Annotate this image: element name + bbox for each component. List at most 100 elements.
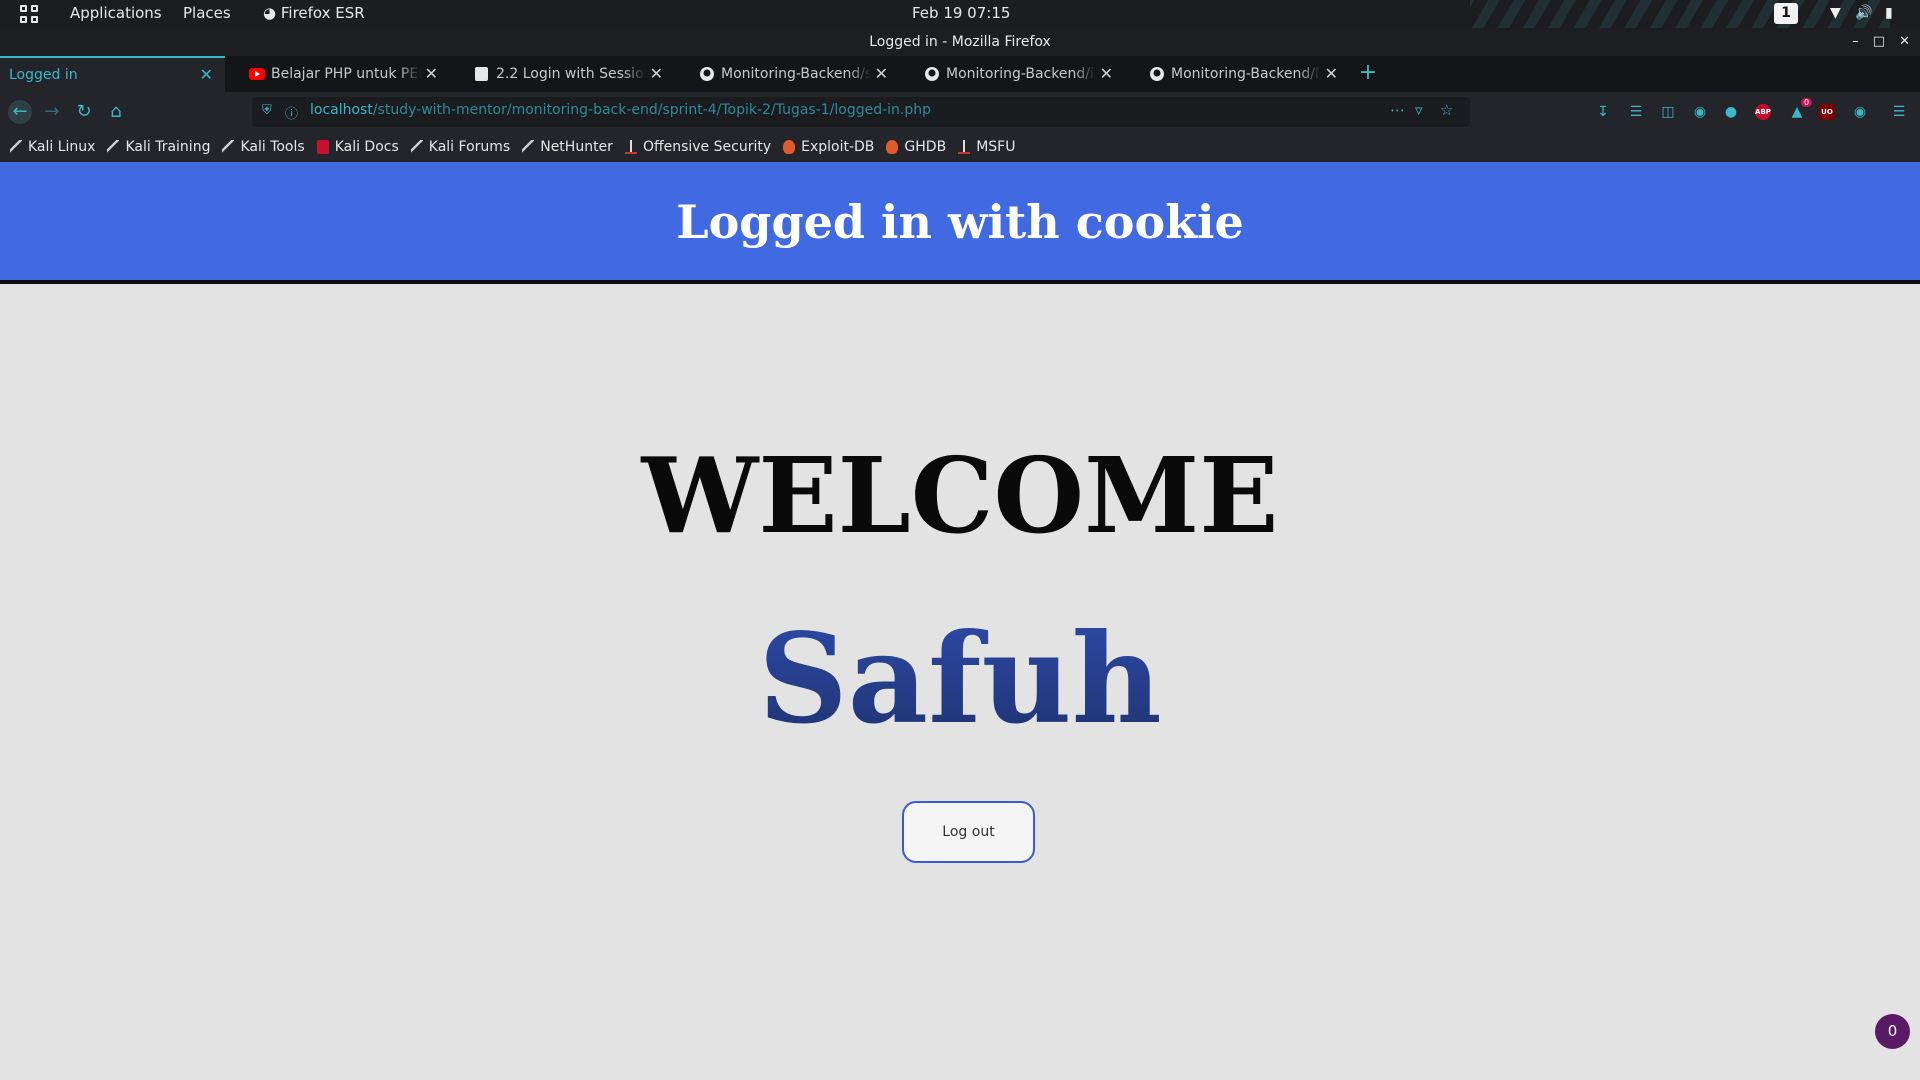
bookmark-kali-forums[interactable]: Kali Forums	[410, 139, 510, 155]
tab-title: 2.2 Login with Session on	[496, 66, 646, 82]
bookmark-kali-training[interactable]: Kali Training	[107, 139, 210, 155]
wifi-icon[interactable]: ▼	[1830, 5, 1841, 21]
page-content: Logged in with cookie WELCOME Safuh Log …	[0, 162, 1920, 1080]
tab-title: Monitoring-Backend/sprint	[721, 66, 871, 82]
forward-arrow-icon[interactable]: →	[40, 100, 64, 124]
url-text[interactable]: localhost/study-with-mentor/monitoring-b…	[310, 102, 931, 118]
maximize-icon[interactable]: □	[1873, 28, 1885, 56]
tab-close-icon[interactable]: ✕	[650, 56, 663, 92]
kali-dragon-icon	[222, 140, 235, 154]
tab-close-icon[interactable]: ✕	[425, 56, 438, 92]
shield-icon[interactable]: ⛨	[262, 103, 272, 118]
window-title: Logged in - Mozilla Firefox	[869, 34, 1051, 50]
tab-title: Logged in	[9, 67, 78, 83]
kali-dragon-icon	[410, 140, 423, 154]
bookmark-star-icon[interactable]: ☆	[1440, 101, 1453, 119]
bookmark-ghdb[interactable]: GHDB	[886, 139, 946, 155]
bookmark-label: Kali Linux	[28, 139, 96, 155]
bookmark-offensive-security[interactable]: Offensive Security	[624, 139, 772, 155]
nav-bar: ← → ↻ ⌂ ⛨ ⓘ localhost/study-with-mentor/…	[0, 92, 1920, 132]
ghdb-icon	[886, 140, 899, 154]
bookmark-label: GHDB	[904, 139, 947, 155]
bookmark-nethunter[interactable]: NetHunter	[522, 139, 613, 155]
ublock-icon[interactable]: UO	[1819, 104, 1835, 120]
workspace-indicator[interactable]: 1	[1774, 3, 1798, 24]
library-icon[interactable]: ☰	[1626, 102, 1646, 122]
tab-close-icon[interactable]: ✕	[875, 56, 888, 92]
bookmark-exploit-db[interactable]: Exploit-DB	[783, 139, 874, 155]
youtube-icon	[249, 68, 265, 80]
bookmarks-toolbar: Kali Linux Kali Training Kali Tools Kali…	[0, 132, 1920, 162]
close-window-icon[interactable]: ✕	[1899, 28, 1910, 56]
logout-button[interactable]: Log out	[902, 801, 1035, 863]
url-bar[interactable]: ⛨ ⓘ localhost/study-with-mentor/monitori…	[252, 97, 1470, 127]
tab-close-icon[interactable]: ✕	[200, 58, 213, 92]
bookmark-msfu[interactable]: MSFU	[958, 139, 1015, 155]
tab-youtube[interactable]: Belajar PHP untuk PEMULA ✕	[225, 56, 450, 92]
firefox-app-label: Firefox ESR	[280, 4, 365, 22]
clock[interactable]: Feb 19 07:15	[912, 4, 1010, 22]
github-icon	[1150, 67, 1164, 81]
github-icon	[700, 67, 714, 81]
page-actions-icon[interactable]: ⋯	[1390, 101, 1405, 119]
page-title: Logged in with cookie	[676, 195, 1244, 249]
owl-icon[interactable]: ◉	[1850, 102, 1870, 122]
bookmark-label: Kali Training	[125, 139, 211, 155]
home-icon[interactable]: ⌂	[104, 100, 128, 124]
battery-icon[interactable]: ▮	[1885, 5, 1893, 21]
extension-icon[interactable]: ●	[1721, 102, 1741, 122]
bookmark-label: Offensive Security	[642, 139, 772, 155]
offsec-icon	[624, 140, 637, 154]
info-icon[interactable]: ⓘ	[285, 103, 298, 122]
menu-icon[interactable]: ☰	[1889, 102, 1909, 122]
account-icon[interactable]: ◉	[1690, 102, 1710, 122]
sidebar-icon[interactable]: ◫	[1658, 102, 1678, 122]
url-host: localhost	[310, 102, 373, 118]
welcome-heading: WELCOME	[641, 434, 1279, 557]
bookmark-label: MSFU	[976, 139, 1016, 155]
tab-title: Monitoring-Backend/index	[946, 66, 1096, 82]
pocket-icon[interactable]: ▿	[1415, 101, 1423, 119]
bookmark-label: Kali Tools	[240, 139, 305, 155]
tab-close-icon[interactable]: ✕	[1100, 56, 1113, 92]
panel-decoration	[1470, 0, 1890, 28]
minimize-icon[interactable]: –	[1852, 28, 1859, 56]
back-arrow-icon[interactable]: ←	[8, 100, 32, 124]
tab-github-index[interactable]: Monitoring-Backend/index ✕	[900, 56, 1125, 92]
window-titlebar: Logged in - Mozilla Firefox – □ ✕	[0, 28, 1920, 56]
applications-menu[interactable]: Applications	[70, 4, 162, 22]
tab-title: Monitoring-Backend/logged	[1171, 66, 1321, 82]
adblock-plus-icon[interactable]: ABP	[1755, 104, 1771, 120]
volume-icon[interactable]: 🔊	[1855, 5, 1872, 21]
app-grid-icon[interactable]	[20, 5, 38, 23]
new-tab-button[interactable]: +	[1350, 56, 1386, 92]
tab-logged-in[interactable]: Logged in ✕	[0, 56, 225, 92]
kali-dragon-icon	[107, 140, 120, 154]
downloads-icon[interactable]: ↧	[1593, 102, 1613, 122]
extension-badge: 0	[1801, 98, 1813, 107]
places-menu[interactable]: Places	[183, 4, 231, 22]
username-text: Safuh	[758, 607, 1162, 752]
url-path: /study-with-mentor/monitoring-back-end/s…	[372, 102, 932, 118]
kali-dragon-icon	[10, 140, 22, 154]
firefox-app-menu[interactable]: ◕ Firefox ESR	[263, 4, 365, 22]
bookmark-kali-tools[interactable]: Kali Tools	[222, 139, 305, 155]
bookmark-kali-linux[interactable]: Kali Linux	[10, 139, 95, 155]
offsec-icon	[958, 140, 971, 154]
reload-icon[interactable]: ↻	[72, 100, 96, 124]
kali-dragon-icon	[522, 140, 535, 154]
tab-close-icon[interactable]: ✕	[1325, 56, 1338, 92]
tab-github-logged[interactable]: Monitoring-Backend/logged ✕	[1125, 56, 1350, 92]
page-icon	[475, 67, 488, 81]
kali-docs-icon	[316, 140, 329, 154]
tab-login-session[interactable]: 2.2 Login with Session on ✕	[450, 56, 675, 92]
top-panel: Applications Places ◕ Firefox ESR Feb 19…	[0, 0, 1920, 28]
exploit-db-icon	[783, 140, 796, 154]
firefox-icon: ◕	[263, 4, 277, 22]
bookmark-kali-docs[interactable]: Kali Docs	[316, 139, 399, 155]
tab-bar: Logged in ✕ Belajar PHP untuk PEMULA ✕ 2…	[0, 56, 1920, 92]
bookmark-label: Exploit-DB	[801, 139, 875, 155]
floating-counter-button[interactable]: 0	[1875, 1014, 1910, 1049]
github-icon	[925, 67, 939, 81]
tab-github-sprint[interactable]: Monitoring-Backend/sprint ✕	[675, 56, 900, 92]
